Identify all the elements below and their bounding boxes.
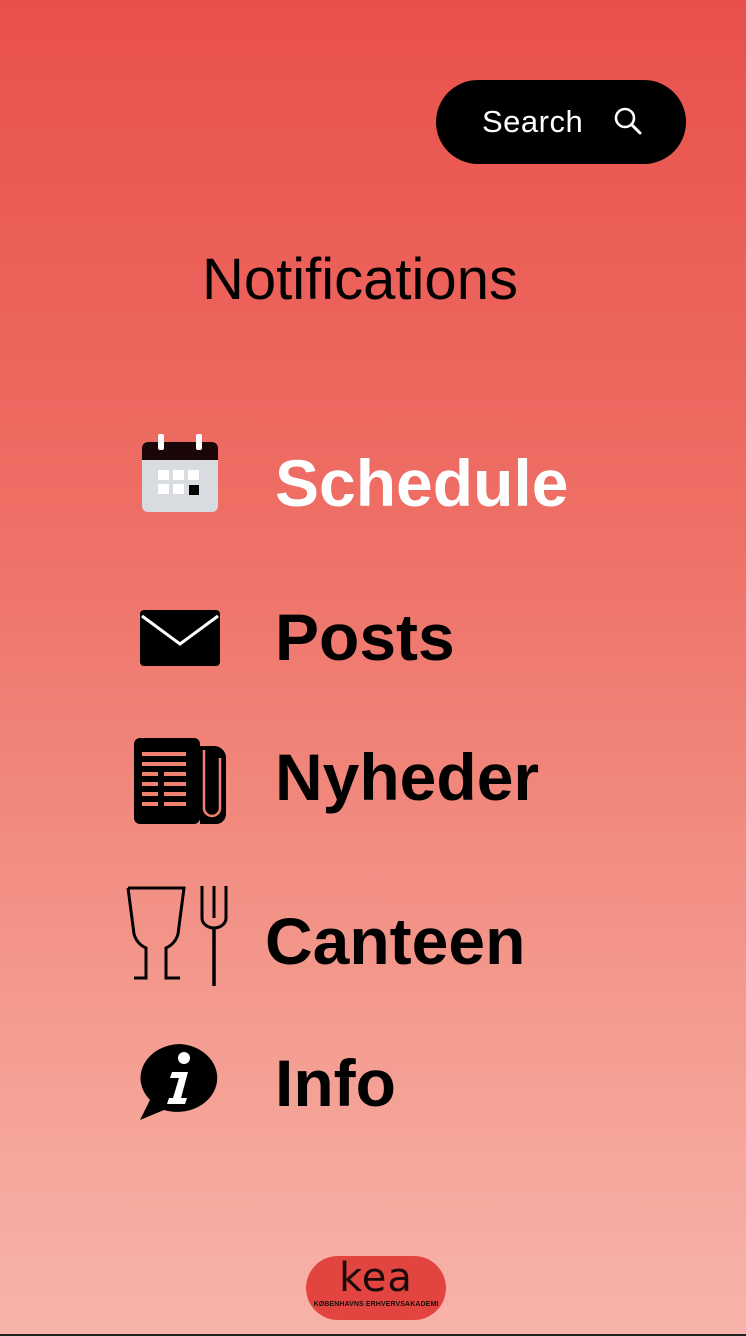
- calendar-icon: [142, 434, 218, 512]
- glass-fork-icon: [126, 886, 228, 986]
- logo-subtitle: KØBENHAVNS ERHVERVSAKADEMI: [313, 1301, 439, 1308]
- menu-item-nyheder[interactable]: Nyheder: [0, 730, 746, 830]
- menu-label-schedule: Schedule: [275, 446, 569, 520]
- kea-logo: kea KØBENHAVNS ERHVERVSAKADEMI: [306, 1256, 446, 1320]
- page-title: Notifications: [202, 247, 518, 312]
- menu-item-info[interactable]: Info: [0, 1036, 746, 1136]
- menu-item-schedule[interactable]: Schedule: [0, 430, 746, 530]
- menu-label-nyheder: Nyheder: [275, 740, 540, 814]
- newspaper-icon: [134, 738, 226, 824]
- envelope-icon: [140, 610, 220, 666]
- menu-item-canteen[interactable]: Canteen: [0, 880, 746, 986]
- search-label: Search: [482, 104, 584, 139]
- menu-label-canteen: Canteen: [265, 904, 526, 978]
- menu-label-posts: Posts: [275, 600, 455, 674]
- search-icon: [614, 107, 642, 135]
- search-button[interactable]: Search: [436, 80, 686, 164]
- menu-label-info: Info: [275, 1046, 396, 1120]
- menu-item-posts[interactable]: Posts: [0, 590, 746, 690]
- info-bubble-icon: [140, 1044, 218, 1120]
- logo-wordmark: kea: [339, 1256, 413, 1301]
